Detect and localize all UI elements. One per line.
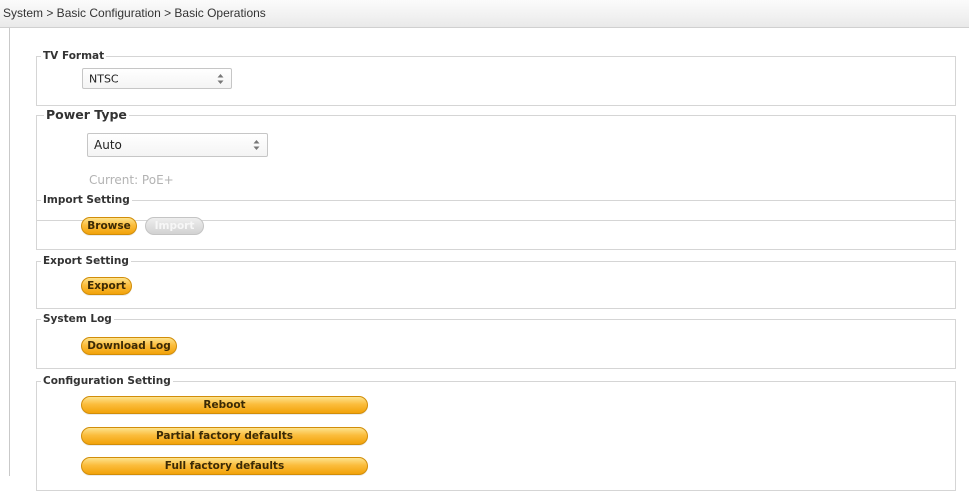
- export-button[interactable]: Export: [81, 277, 132, 295]
- system-log-legend: System Log: [41, 312, 114, 326]
- select-arrows-icon: [217, 73, 224, 84]
- tv-format-section: TV Format NTSC: [36, 49, 956, 106]
- power-type-legend: Power Type: [44, 107, 129, 123]
- export-setting-legend: Export Setting: [41, 254, 131, 268]
- reboot-button[interactable]: Reboot: [81, 396, 368, 414]
- import-setting-section: Import Setting Browse Import: [36, 193, 956, 250]
- import-setting-legend: Import Setting: [41, 193, 132, 207]
- power-type-current-status: Current: PoE+: [89, 173, 174, 187]
- select-arrows-icon: [253, 140, 260, 150]
- tv-format-select[interactable]: NTSC: [82, 68, 232, 89]
- browse-button[interactable]: Browse: [81, 217, 137, 235]
- download-log-button[interactable]: Download Log: [81, 337, 177, 355]
- main-content: TV Format NTSC Power Type Auto Current: …: [9, 28, 969, 491]
- breadcrumb-bar: System > Basic Configuration > Basic Ope…: [0, 0, 969, 28]
- tv-format-select-value: NTSC: [89, 72, 119, 85]
- import-button[interactable]: Import: [145, 217, 204, 235]
- configuration-setting-section: Configuration Setting Reboot Partial fac…: [36, 374, 956, 491]
- configuration-setting-legend: Configuration Setting: [41, 374, 173, 388]
- power-type-select-value: Auto: [94, 138, 122, 152]
- export-setting-section: Export Setting Export: [36, 254, 956, 309]
- partial-factory-defaults-button[interactable]: Partial factory defaults: [81, 427, 368, 445]
- power-type-select[interactable]: Auto: [87, 133, 268, 157]
- system-log-section: System Log Download Log: [36, 312, 956, 369]
- full-factory-defaults-button[interactable]: Full factory defaults: [81, 457, 368, 475]
- tv-format-legend: TV Format: [41, 49, 107, 63]
- breadcrumb: System > Basic Configuration > Basic Ope…: [3, 6, 266, 20]
